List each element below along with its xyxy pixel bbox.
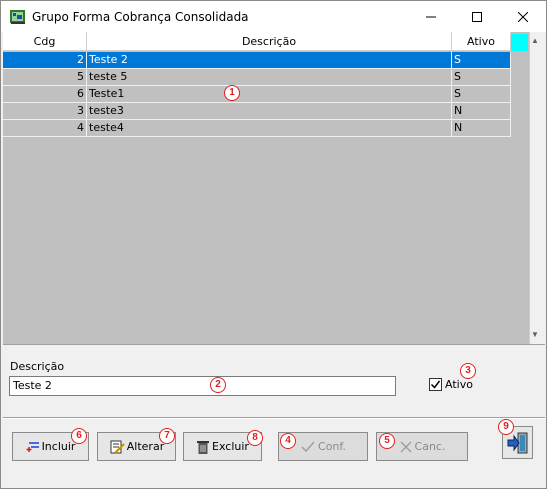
maximize-button[interactable] [454, 1, 500, 32]
grid-filler [511, 32, 529, 344]
cell-descricao: teste 5 [87, 69, 452, 85]
annotation-badge: 6 [71, 428, 87, 444]
scrollbar-thumb[interactable] [511, 34, 528, 51]
annotation-badge: 5 [379, 433, 395, 449]
cell-ativo: S [452, 86, 511, 102]
cell-cdg: 2 [3, 52, 87, 68]
table-row[interactable]: 5 teste 5 S [3, 69, 511, 86]
excluir-label: Excluir [212, 440, 249, 453]
canc-label: Canc. [414, 440, 446, 453]
cell-descricao: teste3 [87, 103, 452, 119]
ativo-checkbox[interactable] [429, 378, 442, 391]
cell-descricao: Teste 2 [87, 52, 452, 68]
annotation-badge: 7 [159, 428, 175, 444]
annotation-badge: 3 [460, 363, 476, 379]
edit-icon [110, 440, 125, 454]
table-row[interactable]: 6 Teste1 S [3, 86, 511, 103]
records-grid[interactable]: Cdg Descrição Ativo 2 Teste 2 S 5 teste … [3, 32, 545, 345]
title-bar: Grupo Forma Cobrança Consolidada [1, 1, 546, 32]
cell-cdg: 6 [3, 86, 87, 102]
main-window: Grupo Forma Cobrança Consolidada Cdg Des… [0, 0, 547, 489]
cell-ativo: S [452, 69, 511, 85]
column-header-descricao[interactable]: Descrição [87, 32, 452, 51]
cell-descricao: Teste1 [87, 86, 452, 102]
close-button[interactable] [500, 1, 546, 32]
grid-header: Cdg Descrição Ativo [3, 32, 511, 51]
table-row[interactable]: 4 teste4 N [3, 120, 511, 137]
table-row[interactable]: 2 Teste 2 S [3, 52, 511, 69]
descricao-input[interactable]: Teste 2 [9, 376, 396, 396]
scroll-down-icon[interactable]: ▼ [531, 330, 539, 339]
check-icon [301, 441, 315, 452]
close-icon [518, 11, 528, 22]
cell-ativo: N [452, 120, 511, 136]
cell-cdg: 4 [3, 120, 87, 136]
table-row[interactable]: 3 teste3 N [3, 103, 511, 120]
annotation-badge: 8 [247, 430, 263, 446]
alterar-label: Alterar [126, 440, 165, 453]
ativo-label: Ativo [445, 378, 473, 391]
scroll-up-icon[interactable]: ▲ [531, 36, 539, 45]
insert-icon [26, 441, 39, 452]
cell-ativo: N [452, 103, 511, 119]
column-header-cdg[interactable]: Cdg [3, 32, 87, 51]
minimize-icon [426, 16, 436, 17]
cancel-icon [400, 440, 412, 453]
trash-icon [197, 440, 210, 454]
annotation-badge: 9 [498, 419, 514, 435]
cell-descricao: teste4 [87, 120, 452, 136]
app-icon [10, 9, 26, 25]
conf-label: Conf. [318, 440, 346, 453]
vertical-scrollbar[interactable] [529, 32, 545, 344]
window-title: Grupo Forma Cobrança Consolidada [32, 10, 249, 24]
column-header-ativo[interactable]: Ativo [452, 32, 511, 51]
annotation-badge: 4 [280, 433, 296, 449]
annotation-badge: 2 [210, 377, 226, 393]
descricao-label: Descrição [10, 360, 65, 373]
cell-ativo: S [452, 52, 511, 68]
divider [3, 417, 545, 419]
status-bar [1, 482, 546, 488]
minimize-button[interactable] [408, 1, 454, 32]
cell-cdg: 3 [3, 103, 87, 119]
maximize-icon [472, 11, 482, 22]
checkmark-icon [430, 380, 441, 389]
cell-cdg: 5 [3, 69, 87, 85]
annotation-badge: 1 [224, 85, 240, 101]
incluir-label: Incluir [41, 440, 76, 453]
